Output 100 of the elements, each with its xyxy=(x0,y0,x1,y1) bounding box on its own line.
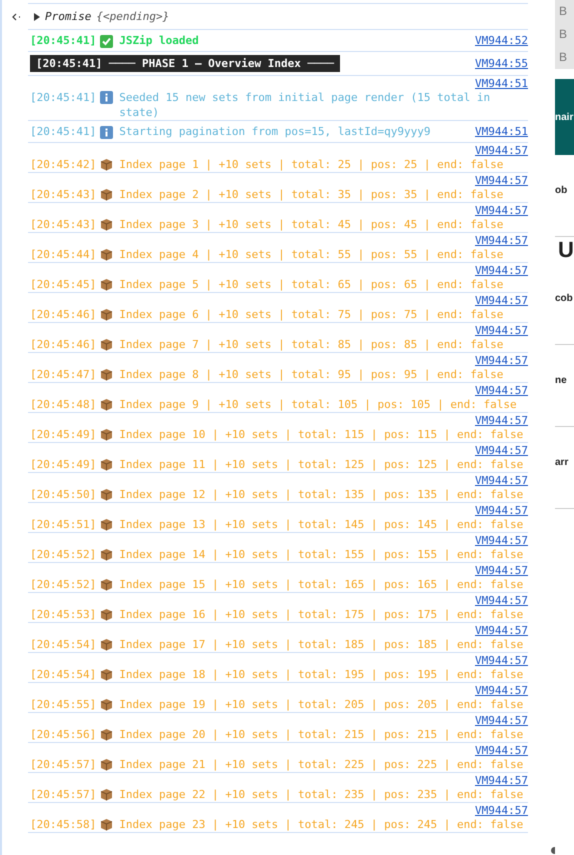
timestamp: [20:45:41] xyxy=(30,124,96,139)
timestamp: [20:45:46] xyxy=(30,307,96,322)
source-link[interactable]: VM944:57 xyxy=(475,533,528,548)
log-message: Index page 21 | +10 sets | total: 225 | pos: 225 | end: false xyxy=(119,757,524,772)
return-arrow-icon xyxy=(12,13,21,21)
log-message: Index page 2 | +10 sets | total: 35 | pos: 35 | end: false xyxy=(119,187,504,202)
timestamp: [20:45:57] xyxy=(30,787,96,802)
timestamp: [20:45:43] xyxy=(30,187,96,202)
package-icon xyxy=(100,668,114,681)
package-icon xyxy=(100,698,114,711)
source-link[interactable]: VM944:57 xyxy=(475,593,528,608)
log-message: Seeded 15 new sets from initial page render (15 total in state) xyxy=(119,90,492,120)
source-link[interactable]: VM944:57 xyxy=(475,623,528,638)
log-message: Index page 19 | +10 sets | total: 205 | pos: 205 | end: false xyxy=(119,697,524,712)
source-link[interactable]: VM944:57 xyxy=(475,143,528,158)
source-link[interactable]: VM944:57 xyxy=(475,263,528,278)
page-fragment: B xyxy=(555,46,574,69)
package-icon xyxy=(100,458,114,471)
page-fragment: cob xyxy=(555,263,574,345)
package-icon xyxy=(100,608,114,621)
timestamp: [20:45:43] xyxy=(30,217,96,232)
log-message: Index page 16 | +10 sets | total: 175 | pos: 175 | end: false xyxy=(119,607,524,622)
package-icon xyxy=(100,788,114,801)
source-link[interactable]: VM944:51 xyxy=(475,124,528,139)
source-link[interactable]: VM944:57 xyxy=(475,413,528,428)
package-icon xyxy=(100,308,114,321)
log-message: Starting pagination from pos=15, lastId=qy9yyy9 xyxy=(119,124,430,139)
timestamp: [20:45:58] xyxy=(30,817,96,832)
timestamp: [20:45:56] xyxy=(30,727,96,742)
log-message: Index page 4 | +10 sets | total: 55 | pos: 55 | end: false xyxy=(119,247,504,262)
source-link[interactable]: VM944:57 xyxy=(475,353,528,368)
log-message: Index page 7 | +10 sets | total: 85 | pos: 85 | end: false xyxy=(119,337,504,352)
source-link[interactable]: VM944:57 xyxy=(475,503,528,518)
package-icon xyxy=(100,578,114,591)
timestamp: [20:45:51] xyxy=(30,517,96,532)
log-message: Index page 8 | +10 sets | total: 95 | pos: 95 | end: false xyxy=(119,367,504,382)
source-link[interactable]: VM944:55 xyxy=(475,56,528,71)
log-message: Index page 1 | +10 sets | total: 25 | pos: 25 | end: false xyxy=(119,157,504,172)
log-message: Index page 5 | +10 sets | total: 65 | pos: 65 | end: false xyxy=(119,277,504,292)
page-fragment: B xyxy=(555,23,574,46)
source-link[interactable]: VM944:57 xyxy=(475,473,528,488)
log-message: Index page 12 | +10 sets | total: 135 | pos: 135 | end: false xyxy=(119,487,524,502)
expand-triangle-icon[interactable] xyxy=(34,12,40,20)
log-message: Index page 20 | +10 sets | total: 215 | pos: 215 | end: false xyxy=(119,727,524,742)
timestamp: [20:45:52] xyxy=(30,577,96,592)
package-icon xyxy=(100,338,114,351)
timestamp: [20:45:42] xyxy=(30,157,96,172)
log-message: Index page 18 | +10 sets | total: 195 | pos: 195 | end: false xyxy=(119,667,524,682)
package-icon xyxy=(100,368,114,381)
source-link[interactable]: VM944:52 xyxy=(475,33,528,48)
package-icon xyxy=(100,728,114,741)
promise-value: {<pending>} xyxy=(96,9,170,24)
package-icon xyxy=(100,398,114,411)
package-icon xyxy=(100,218,114,231)
package-icon xyxy=(100,158,114,171)
timestamp: [20:45:44] xyxy=(30,247,96,262)
source-link[interactable]: VM944:57 xyxy=(475,713,528,728)
timestamp: [20:45:50] xyxy=(30,487,96,502)
log-message: Index page 14 | +10 sets | total: 155 | pos: 155 | end: false xyxy=(119,547,524,562)
source-link[interactable]: VM944:57 xyxy=(475,653,528,668)
phase-banner: [20:45:41] ──── PHASE 1 — Overview Index ──── xyxy=(30,55,340,72)
package-icon xyxy=(100,548,114,561)
timestamp: [20:45:52] xyxy=(30,547,96,562)
source-link[interactable]: VM944:57 xyxy=(475,293,528,308)
log-message: Index page 15 | +10 sets | total: 165 | pos: 165 | end: false xyxy=(119,577,524,592)
source-link[interactable]: VM944:57 xyxy=(475,443,528,458)
log-message: Index page 3 | +10 sets | total: 45 | pos: 45 | end: false xyxy=(119,217,504,232)
source-link[interactable]: VM944:57 xyxy=(475,743,528,758)
timestamp: [20:45:41] xyxy=(30,90,96,105)
source-link[interactable]: VM944:57 xyxy=(475,803,528,818)
source-link[interactable]: VM944:57 xyxy=(475,383,528,398)
log-message: Index page 17 | +10 sets | total: 185 | pos: 185 | end: false xyxy=(119,637,524,652)
source-link[interactable]: VM944:57 xyxy=(475,563,528,578)
page-fragment: arr xyxy=(555,427,574,509)
page-fragment: ob xyxy=(555,155,574,237)
source-link[interactable]: VM944:57 xyxy=(475,173,528,188)
timestamp: [20:45:54] xyxy=(30,637,96,652)
package-icon xyxy=(100,638,114,651)
timestamp: [20:45:49] xyxy=(30,427,96,442)
source-link[interactable]: VM944:57 xyxy=(475,773,528,788)
page-fragment: B xyxy=(555,0,574,23)
source-link[interactable]: VM944:51 xyxy=(475,76,528,91)
timestamp: [20:45:48] xyxy=(30,397,96,412)
timestamp: [20:45:49] xyxy=(30,457,96,472)
source-link[interactable]: VM944:57 xyxy=(475,203,528,218)
log-message: Index page 9 | +10 sets | total: 105 | pos: 105 | end: false xyxy=(119,397,518,412)
log-message: Index page 11 | +10 sets | total: 125 | pos: 125 | end: false xyxy=(119,457,524,472)
log-message: Index page 22 | +10 sets | total: 235 | pos: 235 | end: false xyxy=(119,787,524,802)
log-message: Index page 10 | +10 sets | total: 115 | pos: 115 | end: false xyxy=(119,427,524,442)
source-link[interactable]: VM944:57 xyxy=(475,323,528,338)
timestamp: [20:45:53] xyxy=(30,607,96,622)
package-icon xyxy=(100,278,114,291)
log-message: Index page 13 | +10 sets | total: 145 | pos: 145 | end: false xyxy=(119,517,524,532)
source-link[interactable]: VM944:57 xyxy=(475,233,528,248)
package-icon xyxy=(100,818,114,831)
source-link[interactable]: VM944:57 xyxy=(475,683,528,698)
log-message: Index page 6 | +10 sets | total: 75 | pos: 75 | end: false xyxy=(119,307,504,322)
timestamp: [20:45:46] xyxy=(30,337,96,352)
page-fragment: ne xyxy=(555,345,574,427)
package-icon xyxy=(100,428,114,441)
